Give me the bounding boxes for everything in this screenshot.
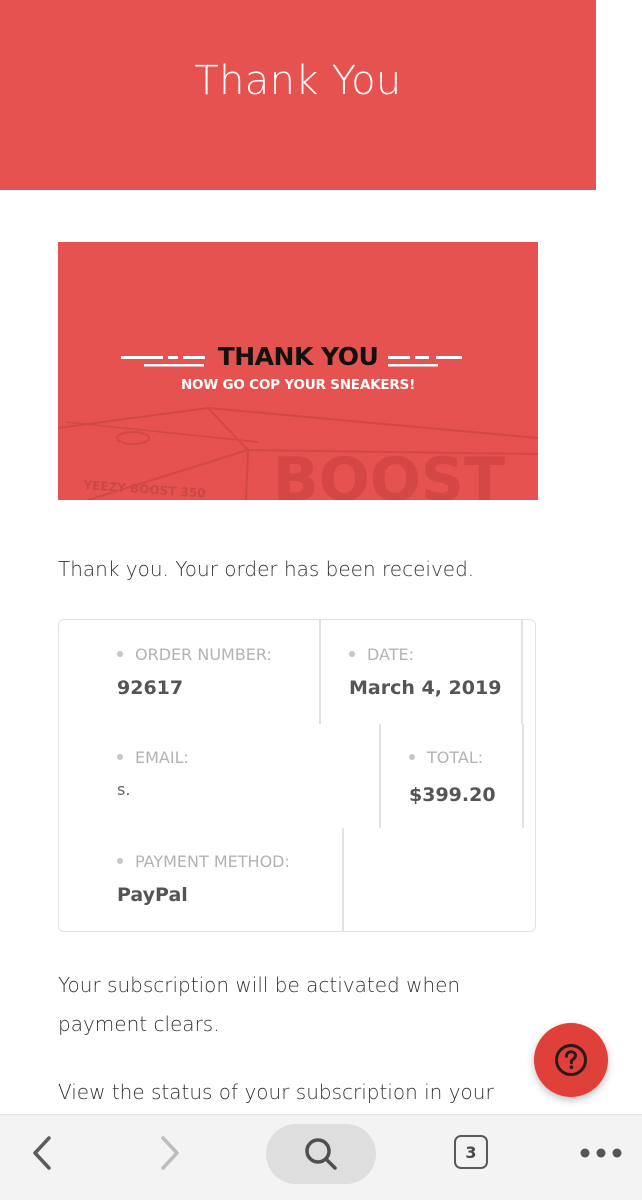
help-button[interactable] [534, 1023, 608, 1097]
total-value: $399.20 [409, 784, 496, 806]
search-icon [305, 1138, 337, 1170]
email-value: s. [117, 780, 131, 799]
subscription-note-line2: payment clears. [58, 1012, 220, 1036]
forward-button[interactable] [148, 1131, 192, 1175]
order-details: ORDER NUMBER: 92617 DATE: March 4, 2019 … [58, 619, 536, 932]
payment-method-cell: PAYMENT METHOD: PayPal [59, 828, 343, 932]
chevron-right-icon [161, 1136, 179, 1170]
more-menu-button[interactable] [576, 1131, 626, 1175]
page-header: Thank You [0, 0, 596, 190]
tabs-button[interactable]: 3 [454, 1135, 488, 1169]
order-date-label: DATE: [349, 645, 414, 664]
browser-toolbar: 3 [0, 1114, 642, 1200]
total-cell: TOTAL: $399.20 [381, 724, 523, 828]
order-number-value: 92617 [117, 677, 184, 699]
banner-title: THANK YOU [217, 342, 379, 371]
order-date-value: March 4, 2019 [349, 677, 502, 699]
page-title: Thank You [194, 58, 402, 104]
banner-graphic: BOOST [58, 356, 538, 500]
box-brand-text: BOOST [273, 445, 505, 500]
subscription-status-text: View the status of your subscription in … [58, 1080, 494, 1104]
chevron-left-icon [33, 1136, 51, 1170]
divider [319, 620, 321, 724]
back-button[interactable] [20, 1131, 64, 1175]
divider [521, 620, 523, 724]
divider [522, 724, 524, 828]
question-icon [555, 1044, 587, 1076]
subscription-note-line1: Your subscription will be activated when [58, 973, 461, 997]
email-cell: EMAIL: s. [59, 724, 381, 828]
more-dots-icon [580, 1148, 622, 1158]
payment-method-value: PayPal [117, 884, 188, 906]
order-received-message: Thank you. Your order has been received. [58, 557, 475, 581]
payment-method-label: PAYMENT METHOD: [117, 852, 290, 871]
order-date-cell: DATE: March 4, 2019 [321, 620, 521, 724]
banner-subtitle: NOW GO COP YOUR SNEAKERS! [180, 377, 416, 393]
total-label: TOTAL: [409, 748, 483, 767]
divider [342, 828, 344, 932]
thank-you-banner: BOOST THANK YOU NOW GO COP YOUR SNEAKERS… [58, 242, 538, 500]
divider [379, 724, 381, 828]
email-label: EMAIL: [117, 748, 189, 767]
order-number-label: ORDER NUMBER: [117, 645, 272, 664]
order-number-cell: ORDER NUMBER: 92617 [59, 620, 321, 724]
search-button[interactable] [266, 1124, 376, 1184]
